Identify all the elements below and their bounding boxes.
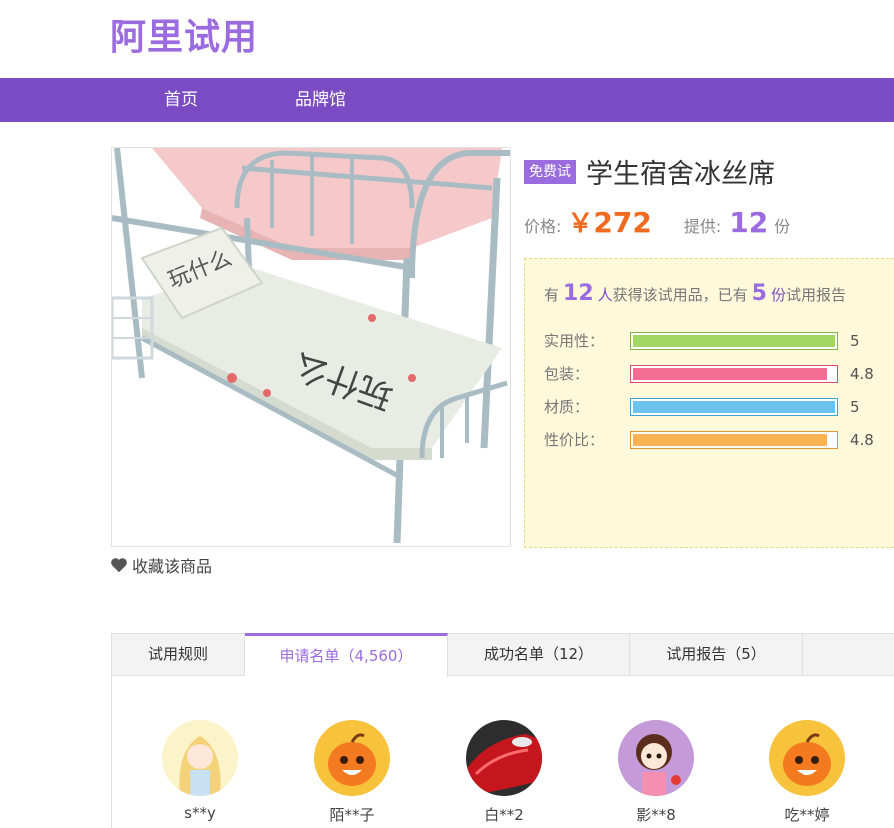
rating-value: 4.8 — [850, 431, 874, 449]
applicant-name: 陌**子 — [329, 806, 375, 824]
applicant-item: 白**2 — [454, 720, 554, 825]
orange-mascot-icon[interactable] — [314, 720, 390, 796]
red-car-icon[interactable] — [466, 720, 542, 796]
currency-symbol: ￥ — [567, 209, 594, 239]
applicant-list: s**y 陌**子 白**2 影**8 吃**婷 — [111, 676, 894, 828]
price-value: 272 — [593, 206, 652, 239]
rating-fill — [633, 368, 827, 380]
applicant-item: 陌**子 — [302, 720, 402, 825]
bunk-bed-illustration: 玩什么 玩什么 — [112, 148, 510, 546]
rating-label: 材质： — [544, 398, 590, 416]
report-summary-text: 有 12 人获得该试用品，已有 5 份试用报告 — [544, 281, 846, 306]
favorite-label: 收藏该商品 — [132, 557, 213, 576]
applicant-name: 白**2 — [484, 806, 524, 824]
reports-count: 5 — [751, 281, 767, 306]
main-nav: 首页 品牌馆 — [0, 78, 894, 122]
rating-label: 实用性： — [544, 332, 605, 350]
rating-bar — [630, 398, 838, 416]
doll-girl-icon[interactable] — [618, 720, 694, 796]
rating-bar — [630, 431, 838, 449]
product-image: 玩什么 玩什么 — [111, 147, 511, 547]
trial-report-summary-box: 有 12 人获得该试用品，已有 5 份试用报告 实用性： 5 包装： 4.8 材质： 5… — [524, 258, 894, 548]
tab-winner-list[interactable]: 成功名单（12） — [448, 633, 630, 676]
detail-tabs: 试用规则 申请名单（4,560） 成功名单（12） 试用报告（5） — [111, 633, 894, 677]
price-label: 价格: — [524, 217, 562, 236]
applicant-name: 吃**婷 — [784, 806, 830, 824]
site-logo[interactable]: 阿里试用 — [110, 8, 258, 60]
product-title: 学生宿舍冰丝席 — [586, 159, 775, 190]
rating-fill — [633, 401, 835, 413]
favorite-button[interactable]: 收藏该商品 — [110, 553, 212, 577]
rating-fill — [633, 335, 835, 347]
rating-fill — [633, 434, 827, 446]
rating-bar — [630, 365, 838, 383]
rating-label: 性价比： — [544, 431, 605, 449]
tab-trial-reports[interactable]: 试用报告（5） — [630, 633, 803, 676]
nav-item-home[interactable]: 首页 — [164, 78, 198, 122]
applicant-name: s**y — [184, 804, 216, 822]
summary-middle: 获得该试用品，已有 — [612, 286, 748, 304]
free-trial-badge: 免费试 — [524, 159, 576, 184]
applicant-name: 影**8 — [636, 806, 676, 824]
applicant-item: s**y — [150, 720, 250, 822]
rating-practicality: 实用性： 5 — [544, 331, 884, 351]
rating-packaging: 包装： 4.8 — [544, 364, 884, 384]
supply-count: 12 — [729, 206, 769, 239]
tab-applicant-list[interactable]: 申请名单（4,560） — [245, 633, 448, 677]
supply-unit: 份 — [774, 217, 791, 236]
rating-value: 5 — [850, 332, 860, 350]
summary-suffix: 试用报告 — [786, 286, 847, 304]
rating-value-for-money: 性价比： 4.8 — [544, 430, 884, 450]
product-title-row: 免费试 学生宿舍冰丝席 — [524, 152, 775, 191]
rating-label: 包装： — [544, 365, 590, 383]
rating-material: 材质： 5 — [544, 397, 884, 417]
nav-item-brand-hall[interactable]: 品牌馆 — [295, 78, 346, 122]
rating-value: 5 — [850, 398, 860, 416]
supply-label: 提供: — [683, 217, 722, 236]
anime-girl-icon[interactable] — [162, 720, 238, 796]
rating-bar — [630, 332, 838, 350]
price-row: 价格: ￥ 272 提供: 12 份 — [524, 203, 790, 240]
orange-mascot-icon[interactable] — [769, 720, 845, 796]
heart-icon — [111, 558, 127, 573]
rating-value: 4.8 — [850, 365, 874, 383]
winners-unit: 人 — [597, 286, 613, 304]
winners-count: 12 — [563, 281, 594, 306]
reports-unit: 份 — [770, 286, 786, 304]
tab-trial-rules[interactable]: 试用规则 — [112, 633, 245, 676]
applicant-item: 影**8 — [606, 720, 706, 825]
summary-prefix: 有 — [544, 286, 560, 304]
applicant-item: 吃**婷 — [757, 720, 857, 825]
